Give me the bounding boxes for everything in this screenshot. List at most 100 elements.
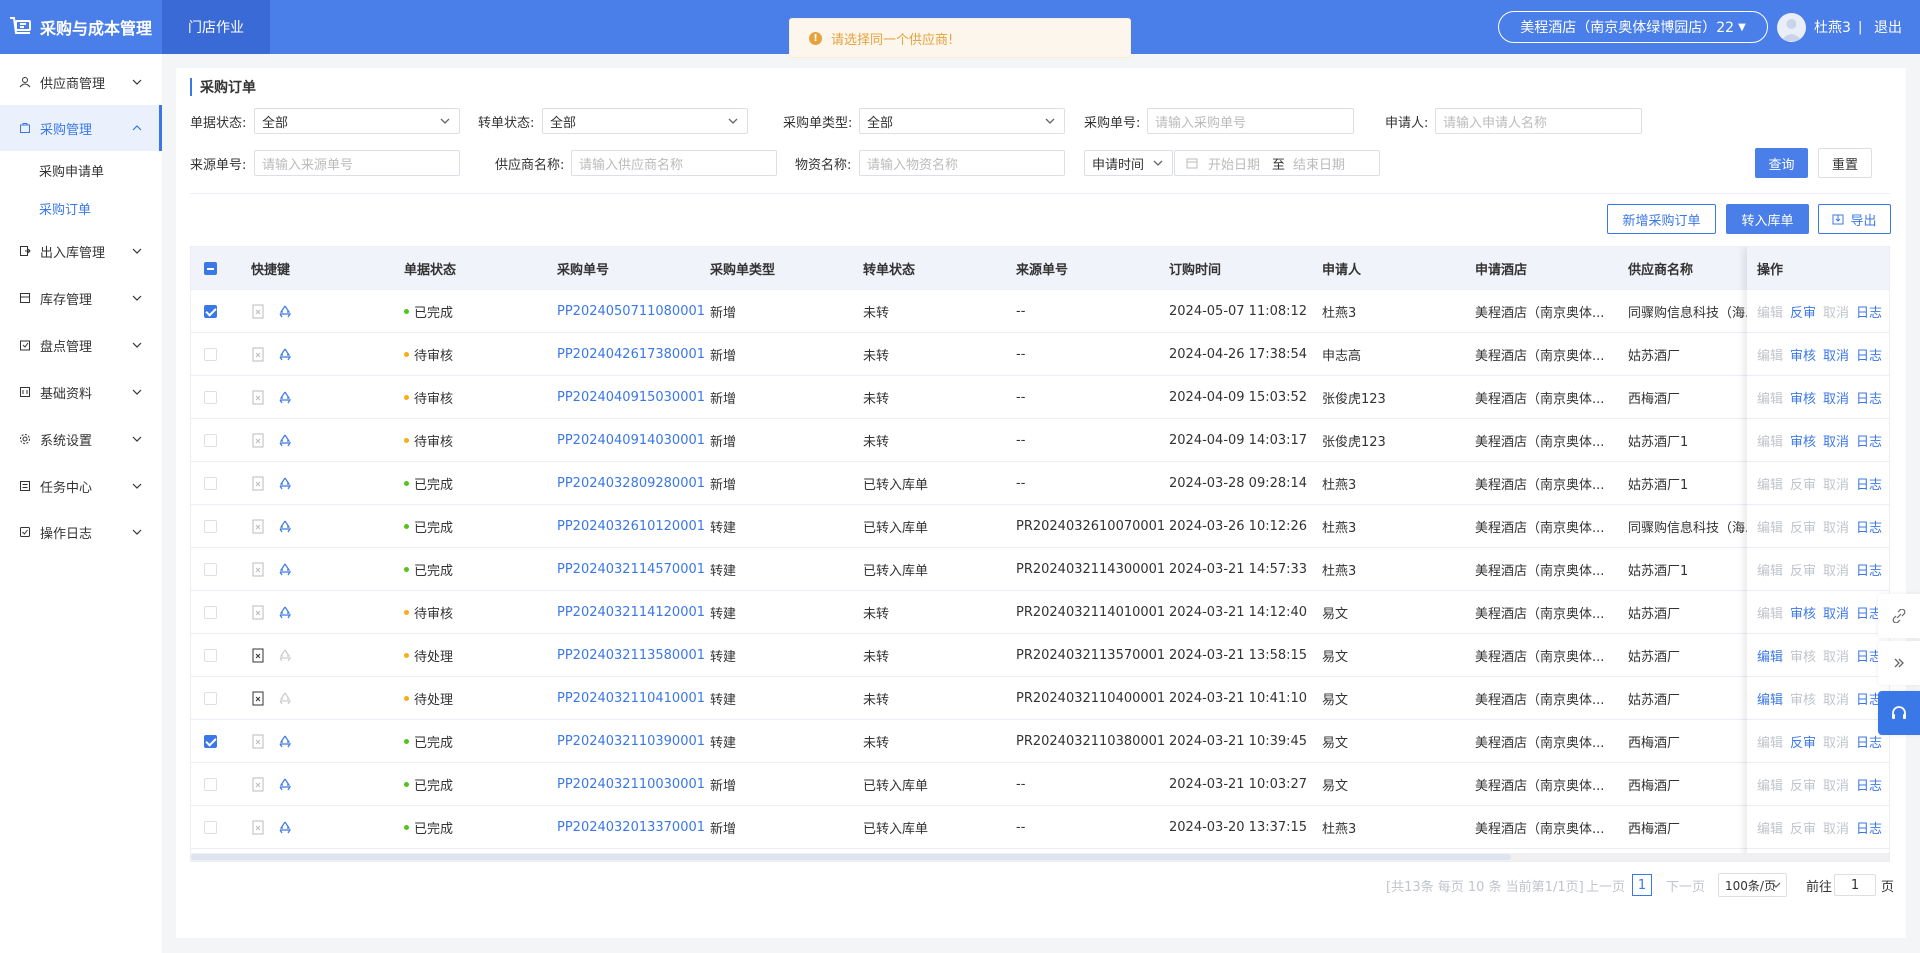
op-编辑[interactable]: 编辑 xyxy=(1757,732,1783,751)
sidebar-subitem-1[interactable]: 采购订单 xyxy=(39,189,91,227)
export-button[interactable]: 导出 xyxy=(1818,204,1891,234)
hotel-selector[interactable]: 美程酒店（南京奥体绿博园店）22 ▼ xyxy=(1498,11,1768,43)
sidebar-item-7[interactable]: 任务中心 xyxy=(0,463,162,509)
order-no-link[interactable]: PP2024032114120001 xyxy=(557,591,705,634)
row-checkbox[interactable] xyxy=(204,434,217,447)
op-取消[interactable]: 取消 xyxy=(1823,302,1849,321)
app-brand[interactable]: 采购与成本管理 xyxy=(0,0,162,54)
row-checkbox[interactable] xyxy=(204,348,217,361)
order-no-input[interactable]: 请输入采购单号 xyxy=(1147,108,1354,134)
op-编辑[interactable]: 编辑 xyxy=(1757,689,1783,708)
source-no-input[interactable]: 请输入来源单号 xyxy=(254,150,460,176)
row-checkbox[interactable] xyxy=(204,735,217,748)
collapse-tool[interactable] xyxy=(1878,641,1920,685)
order-no-link[interactable]: PP2024050711080001 xyxy=(557,290,705,333)
table-row[interactable]: 待审核 PP2024040915030001 新增 未转 -- 2024-04-09 15… xyxy=(191,376,1889,419)
order-no-link[interactable]: PP2024032809280001 xyxy=(557,462,705,505)
table-row[interactable]: 待审核 PP2024032114120001 转建 未转 PR2024032114010… xyxy=(191,591,1889,634)
op-取消[interactable]: 取消 xyxy=(1823,388,1849,407)
scrollbar-thumb[interactable] xyxy=(191,854,1511,860)
next-page-button[interactable]: 下一页 xyxy=(1666,874,1705,896)
op-日志[interactable]: 日志 xyxy=(1856,732,1882,751)
op-编辑[interactable]: 编辑 xyxy=(1757,302,1783,321)
row-checkbox[interactable] xyxy=(204,821,217,834)
cancel-doc-icon[interactable] xyxy=(251,304,265,319)
row-checkbox[interactable] xyxy=(204,606,217,619)
op-编辑[interactable]: 编辑 xyxy=(1757,517,1783,536)
sidebar-item-5[interactable]: 基础资料 xyxy=(0,369,162,415)
op-取消[interactable]: 取消 xyxy=(1823,603,1849,622)
sidebar-subitem-0[interactable]: 采购申请单 xyxy=(39,151,104,189)
order-no-link[interactable]: PP2024032610120001 xyxy=(557,505,705,548)
order-no-link[interactable]: PP2024040914030001 xyxy=(557,419,705,462)
sidebar-item-8[interactable]: 操作日志 xyxy=(0,509,162,555)
page-1-button[interactable]: 1 xyxy=(1632,874,1652,896)
op-编辑[interactable]: 编辑 xyxy=(1757,345,1783,364)
table-row[interactable]: 待审核 PP2024040914030001 新增 未转 -- 2024-04-09 14… xyxy=(191,419,1889,462)
cancel-doc-icon[interactable] xyxy=(251,347,265,362)
op-反审[interactable]: 反审 xyxy=(1790,775,1816,794)
recycle-icon[interactable] xyxy=(277,777,293,792)
op-日志[interactable]: 日志 xyxy=(1856,517,1882,536)
op-取消[interactable]: 取消 xyxy=(1823,431,1849,450)
sidebar-item-2[interactable]: 出入库管理 xyxy=(0,228,162,274)
table-row[interactable]: 待审核 PP2024042617380001 新增 未转 -- 2024-04-26 17… xyxy=(191,333,1889,376)
table-row[interactable]: 待处理 PP2024032110410001 转建 未转 PR2024032110400… xyxy=(191,677,1889,720)
table-row[interactable]: 已完成 PP2024032809280001 新增 已转入库单 -- 2024-03-28… xyxy=(191,462,1889,505)
op-编辑[interactable]: 编辑 xyxy=(1757,818,1783,837)
material-input[interactable]: 请输入物资名称 xyxy=(859,150,1065,176)
op-审核[interactable]: 审核 xyxy=(1790,603,1816,622)
op-日志[interactable]: 日志 xyxy=(1856,388,1882,407)
row-checkbox[interactable] xyxy=(204,305,217,318)
table-row[interactable]: 已完成 PP2024032013370001 新增 已转入库单 -- 2024-03-20… xyxy=(191,806,1889,849)
table-row[interactable]: 已完成 PP2024032110030001 新增 已转入库单 -- 2024-03-21… xyxy=(191,763,1889,806)
start-date-placeholder[interactable]: 开始日期 xyxy=(1208,154,1272,173)
recycle-icon[interactable] xyxy=(277,390,293,405)
op-反审[interactable]: 反审 xyxy=(1790,560,1816,579)
add-order-button[interactable]: 新增采购订单 xyxy=(1607,204,1716,234)
op-编辑[interactable]: 编辑 xyxy=(1757,646,1783,665)
op-审核[interactable]: 审核 xyxy=(1790,689,1816,708)
recycle-icon[interactable] xyxy=(277,304,293,319)
op-编辑[interactable]: 编辑 xyxy=(1757,603,1783,622)
end-date-placeholder[interactable]: 结束日期 xyxy=(1293,154,1345,173)
recycle-icon[interactable] xyxy=(277,605,293,620)
to-stock-button[interactable]: 转入库单 xyxy=(1726,204,1809,234)
order-no-link[interactable]: PP2024032013370001 xyxy=(557,806,705,849)
op-日志[interactable]: 日志 xyxy=(1856,560,1882,579)
op-日志[interactable]: 日志 xyxy=(1856,818,1882,837)
op-反审[interactable]: 反审 xyxy=(1790,732,1816,751)
table-row[interactable]: 待处理 PP2024032113580001 转建 未转 PR2024032113570… xyxy=(191,634,1889,677)
recycle-icon[interactable] xyxy=(277,433,293,448)
date-range-picker[interactable]: 开始日期 至 结束日期 xyxy=(1174,150,1380,176)
op-取消[interactable]: 取消 xyxy=(1823,818,1849,837)
table-row[interactable]: 已完成 PP2024032110390001 转建 未转 PR2024032110380… xyxy=(191,720,1889,763)
op-日志[interactable]: 日志 xyxy=(1856,302,1882,321)
transfer-status-select[interactable]: 全部 xyxy=(542,108,748,134)
row-checkbox[interactable] xyxy=(204,692,217,705)
op-编辑[interactable]: 编辑 xyxy=(1757,474,1783,493)
op-反审[interactable]: 反审 xyxy=(1790,474,1816,493)
order-type-select[interactable]: 全部 xyxy=(859,108,1065,134)
op-取消[interactable]: 取消 xyxy=(1823,689,1849,708)
tab-store-operations[interactable]: 门店作业 xyxy=(162,0,270,54)
op-取消[interactable]: 取消 xyxy=(1823,517,1849,536)
recycle-icon[interactable] xyxy=(277,648,293,663)
op-编辑[interactable]: 编辑 xyxy=(1757,388,1783,407)
recycle-icon[interactable] xyxy=(277,562,293,577)
op-编辑[interactable]: 编辑 xyxy=(1757,775,1783,794)
recycle-icon[interactable] xyxy=(277,734,293,749)
query-button[interactable]: 查询 xyxy=(1755,148,1808,178)
op-审核[interactable]: 审核 xyxy=(1790,388,1816,407)
doc-status-select[interactable]: 全部 xyxy=(254,108,460,134)
applicant-input[interactable]: 请输入申请人名称 xyxy=(1435,108,1642,134)
order-no-link[interactable]: PP2024032110390001 xyxy=(557,720,705,763)
cancel-doc-icon[interactable] xyxy=(251,562,265,577)
row-checkbox[interactable] xyxy=(204,477,217,490)
op-取消[interactable]: 取消 xyxy=(1823,775,1849,794)
sidebar-item-6[interactable]: 系统设置 xyxy=(0,416,162,462)
recycle-icon[interactable] xyxy=(277,476,293,491)
cancel-doc-icon[interactable] xyxy=(251,605,265,620)
sidebar-item-3[interactable]: 库存管理 xyxy=(0,275,162,321)
table-row[interactable]: 已完成 PP2024032610120001 转建 已转入库单 PR2024032610… xyxy=(191,505,1889,548)
